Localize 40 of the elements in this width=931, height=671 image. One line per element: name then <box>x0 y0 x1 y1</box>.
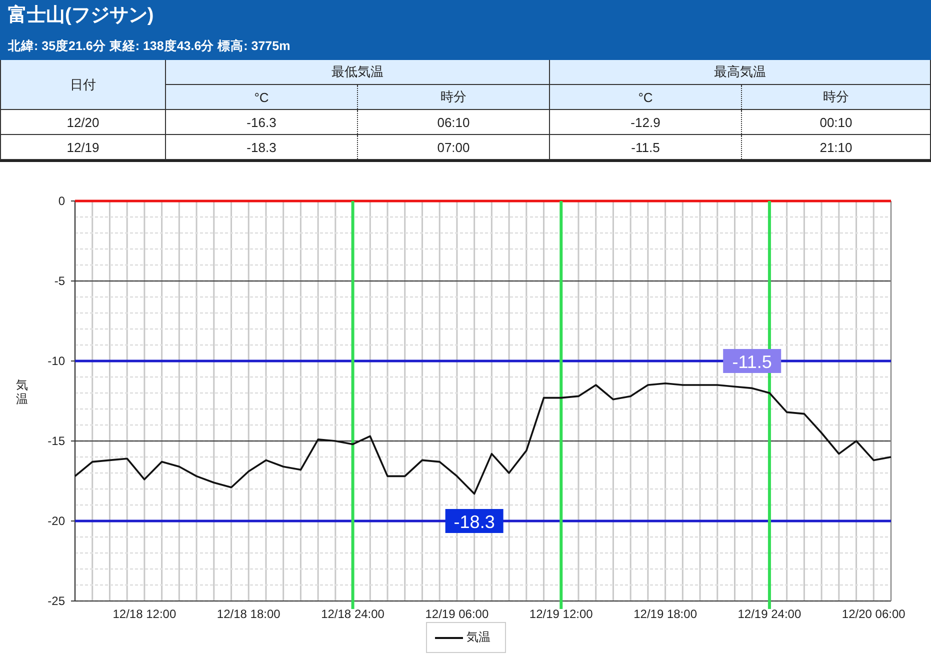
y-axis-label: 気温 <box>16 378 28 406</box>
y-tick-label: -20 <box>48 514 65 528</box>
column-header: °C <box>166 84 358 110</box>
table-cell: -16.3 <box>166 110 358 134</box>
column-group-header: 最低気温 <box>166 60 550 84</box>
x-tick-label: 12/19 24:00 <box>738 607 802 621</box>
y-tick-label: 0 <box>58 194 65 208</box>
table-cell: 21:10 <box>742 134 930 160</box>
x-tick-label: 12/19 06:00 <box>425 607 489 621</box>
column-header: °C <box>550 84 742 110</box>
table-cell: 00:10 <box>742 110 930 134</box>
table-cell: -18.3 <box>166 134 358 160</box>
annotation: -18.3 <box>454 512 495 532</box>
table-cell: 07:00 <box>358 134 550 160</box>
y-tick-label: -15 <box>48 434 65 448</box>
column-header: 時分 <box>358 84 550 110</box>
legend-label: 気温 <box>466 629 490 646</box>
value-tag: -18.3 <box>445 509 504 533</box>
table-cell: 06:10 <box>358 110 550 134</box>
x-tick-label: 12/18 12:00 <box>112 607 176 621</box>
annotation: -11.5 <box>732 352 772 372</box>
station-title: 富士山(フジサン) <box>8 5 155 27</box>
x-tick-label: 12/19 12:00 <box>529 607 593 621</box>
x-tick-label: 12/18 24:00 <box>321 607 384 621</box>
column-header: 時分 <box>742 84 930 110</box>
station-info: 北緯: 35度21.6分 東経: 138度43.6分 標高: 3775m <box>8 38 292 54</box>
table-cell: -12.9 <box>550 110 742 134</box>
table-cell: 12/19 <box>0 134 166 160</box>
x-tick-label: 12/20 06:00 <box>842 607 906 621</box>
table-cell: 12/20 <box>0 110 166 134</box>
column-header: 日付 <box>0 60 166 110</box>
legend-line-icon <box>434 636 462 638</box>
x-tick-label: 12/18 18:00 <box>216 607 280 621</box>
column-group-header: 最高気温 <box>550 60 930 84</box>
value-tag: -11.5 <box>723 349 782 373</box>
y-tick-label: -5 <box>54 274 65 288</box>
y-tick-label: -10 <box>48 354 65 368</box>
x-tick-label: 12/19 18:00 <box>634 607 697 621</box>
table-cell: -11.5 <box>550 134 742 160</box>
y-tick-label: -25 <box>48 594 65 608</box>
